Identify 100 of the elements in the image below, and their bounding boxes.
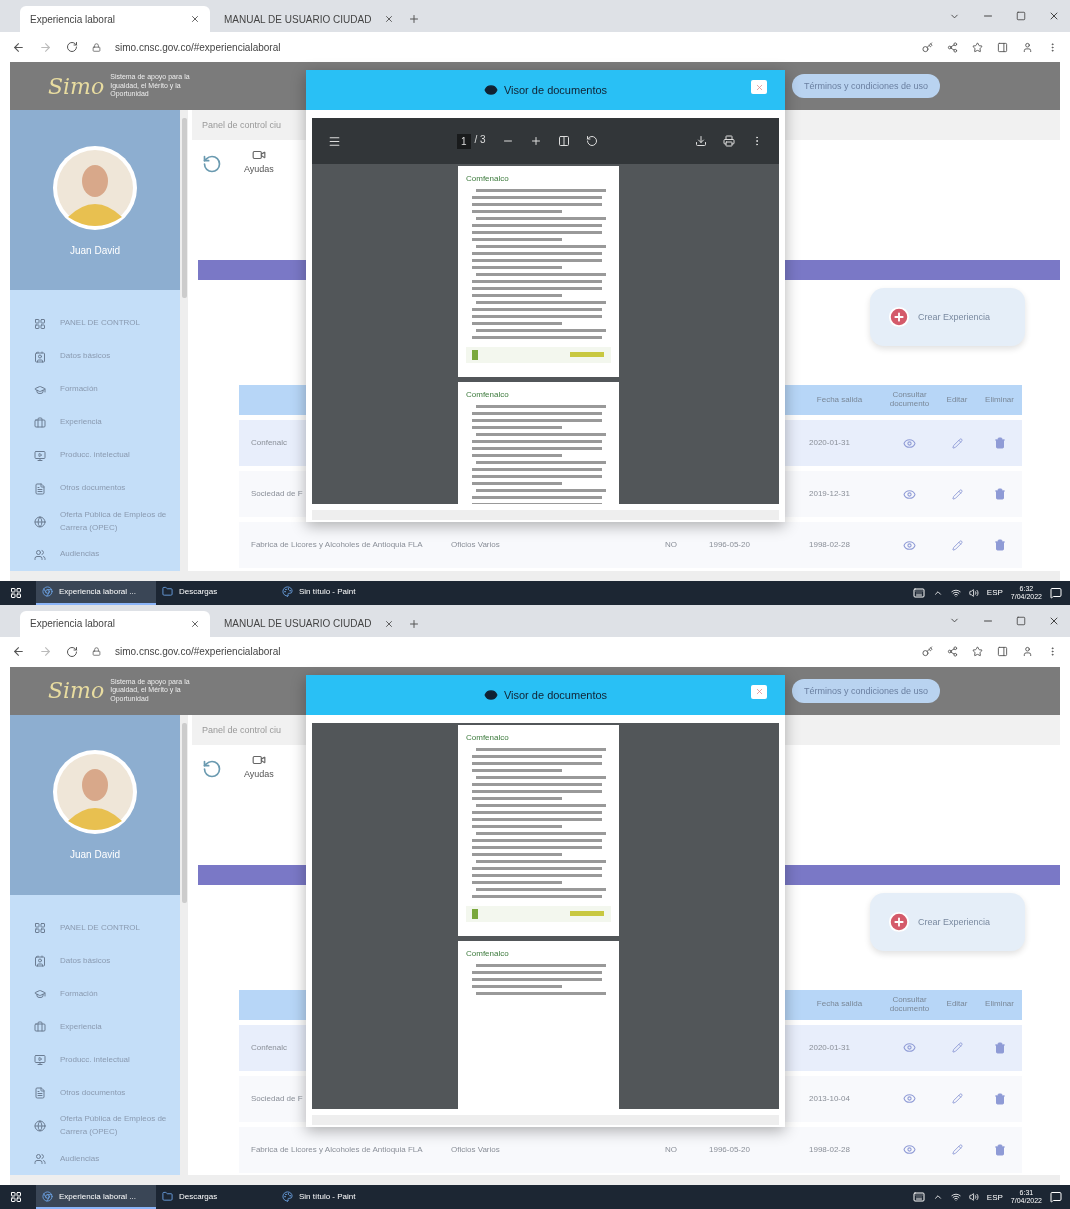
horizontal-scrollbar[interactable] (10, 570, 1060, 581)
restore-icon[interactable] (1016, 615, 1026, 626)
keyboard-icon[interactable] (912, 1191, 925, 1203)
taskbar-app[interactable]: Sin título - Paint (276, 1185, 396, 1209)
language-indicator[interactable]: ESP (986, 1192, 1003, 1202)
key-icon[interactable] (922, 41, 933, 53)
delete-icon[interactable] (993, 1041, 1006, 1054)
sidebar-item[interactable]: Oferta Pública de Empleos de Carrera (OPEC) (34, 506, 174, 537)
fit-page-icon[interactable] (557, 135, 570, 147)
sidebar-item[interactable]: Producc. intelectual (34, 440, 174, 471)
zoom-in-icon[interactable] (529, 135, 542, 147)
table-row[interactable]: Fabrica de Licores y Alcoholes de Antioquia FLA Oficios Varios NO 1996-05-20 1998-02-28 (239, 522, 1022, 568)
sidebar-item[interactable]: PANEL DE CONTROL (34, 308, 174, 339)
key-icon[interactable] (922, 646, 933, 657)
edit-icon[interactable] (951, 1093, 963, 1104)
view-icon[interactable] (903, 1041, 916, 1054)
profile-icon[interactable] (1022, 41, 1033, 53)
delete-icon[interactable] (993, 437, 1006, 449)
delete-icon[interactable] (993, 488, 1006, 500)
keyboard-icon[interactable] (912, 586, 925, 599)
share-icon[interactable] (947, 41, 958, 53)
notifications-icon[interactable] (1050, 586, 1062, 599)
terms-button[interactable]: Términos y condiciones de uso (791, 74, 940, 98)
browser-tab[interactable]: MANUAL DE USUARIO CIUDAD (214, 610, 404, 637)
vertical-scrollbar[interactable] (180, 714, 188, 1175)
table-row[interactable]: Fabrica de Licores y Alcoholes de Antioquia FLA Oficios Varios NO 1996-05-20 1998-02-28 (239, 1126, 1022, 1173)
delete-icon[interactable] (993, 539, 1006, 551)
close-icon[interactable] (190, 14, 200, 24)
taskbar-app[interactable]: Descargas (156, 1185, 276, 1209)
taskbar-app[interactable]: Experiencia laboral ... (36, 580, 156, 605)
sidebar-item[interactable]: Formación (34, 374, 174, 405)
side-panel-icon[interactable] (997, 41, 1008, 53)
delete-icon[interactable] (993, 1143, 1006, 1156)
close-icon[interactable] (1048, 10, 1060, 22)
address-field[interactable]: simo.cnsc.gov.co/#experiencialaboral (115, 41, 281, 53)
close-icon[interactable] (190, 618, 200, 629)
star-icon[interactable] (972, 41, 983, 53)
sidebar-item[interactable]: Formación (34, 978, 174, 1010)
wifi-icon[interactable] (950, 1192, 961, 1202)
close-icon[interactable] (384, 14, 394, 24)
start-icon[interactable] (10, 1191, 22, 1203)
start-icon[interactable] (10, 586, 22, 599)
taskbar-app[interactable]: Descargas (156, 580, 276, 605)
back-icon[interactable] (12, 40, 25, 54)
close-icon[interactable] (384, 618, 394, 629)
browser-tab[interactable]: Experiencia laboral (20, 610, 210, 637)
reload-icon[interactable] (66, 41, 78, 53)
refresh-icon[interactable] (202, 154, 222, 174)
sidebar-item[interactable]: Datos básicos (34, 341, 174, 372)
menu-icon[interactable] (328, 134, 341, 148)
notifications-icon[interactable] (1050, 1191, 1062, 1203)
refresh-icon[interactable] (202, 758, 222, 779)
edit-icon[interactable] (951, 488, 963, 500)
taskbar-app[interactable]: Experiencia laboral ... (36, 1185, 156, 1209)
language-indicator[interactable]: ESP (986, 588, 1003, 597)
address-field[interactable]: simo.cnsc.gov.co/#experiencialaboral (115, 646, 281, 657)
view-icon[interactable] (903, 1092, 916, 1105)
sidebar-item[interactable]: Datos básicos (34, 945, 174, 977)
reload-icon[interactable] (66, 645, 78, 658)
side-panel-icon[interactable] (997, 646, 1008, 657)
sidebar-item[interactable]: Experiencia (34, 1011, 174, 1043)
help-button[interactable]: Ayudas (244, 148, 274, 260)
share-icon[interactable] (947, 646, 958, 657)
download-icon[interactable] (695, 135, 707, 147)
page-number-field[interactable]: 1 (457, 133, 471, 149)
rotate-icon[interactable] (585, 135, 598, 147)
terms-button[interactable]: Términos y condiciones de uso (791, 678, 940, 703)
star-icon[interactable] (972, 646, 983, 657)
edit-icon[interactable] (951, 539, 963, 551)
taskbar-app[interactable]: Sin título - Paint (276, 580, 396, 605)
profile-icon[interactable] (1022, 646, 1033, 657)
create-button[interactable]: Crear Experiencia (870, 288, 1025, 346)
new-tab-icon[interactable] (408, 13, 420, 25)
browser-tab[interactable]: MANUAL DE USUARIO CIUDAD (214, 6, 404, 32)
restore-icon[interactable] (1016, 11, 1026, 21)
sidebar-item[interactable]: Experiencia (34, 407, 174, 438)
sidebar-item[interactable]: Producc. intelectual (34, 1044, 174, 1076)
print-icon[interactable] (723, 135, 735, 147)
sidebar-item[interactable]: PANEL DE CONTROL (34, 912, 174, 944)
sidebar-item[interactable]: Otros documentos (34, 1077, 174, 1109)
chevron-up-icon[interactable] (932, 1192, 943, 1202)
help-button[interactable]: Ayudas (244, 752, 274, 865)
sidebar-item[interactable]: Audiencias (34, 539, 174, 570)
create-button[interactable]: Crear Experiencia (870, 892, 1025, 951)
wifi-icon[interactable] (950, 587, 961, 598)
delete-icon[interactable] (993, 1092, 1006, 1105)
close-button[interactable] (751, 80, 767, 94)
edit-icon[interactable] (951, 1144, 963, 1155)
volume-icon[interactable] (968, 1192, 979, 1202)
browser-tab[interactable]: Experiencia laboral (20, 6, 210, 32)
view-icon[interactable] (903, 436, 916, 450)
sidebar-item[interactable]: Audiencias (34, 1143, 174, 1175)
new-tab-icon[interactable] (408, 617, 420, 630)
volume-icon[interactable] (968, 587, 979, 598)
view-icon[interactable] (903, 1143, 916, 1156)
view-icon[interactable] (903, 538, 916, 552)
vertical-scrollbar[interactable] (180, 110, 188, 571)
horizontal-scrollbar[interactable] (10, 1175, 1060, 1185)
sidebar-item[interactable]: Oferta Pública de Empleos de Carrera (OPEC) (34, 1110, 174, 1142)
close-button[interactable] (751, 684, 767, 699)
